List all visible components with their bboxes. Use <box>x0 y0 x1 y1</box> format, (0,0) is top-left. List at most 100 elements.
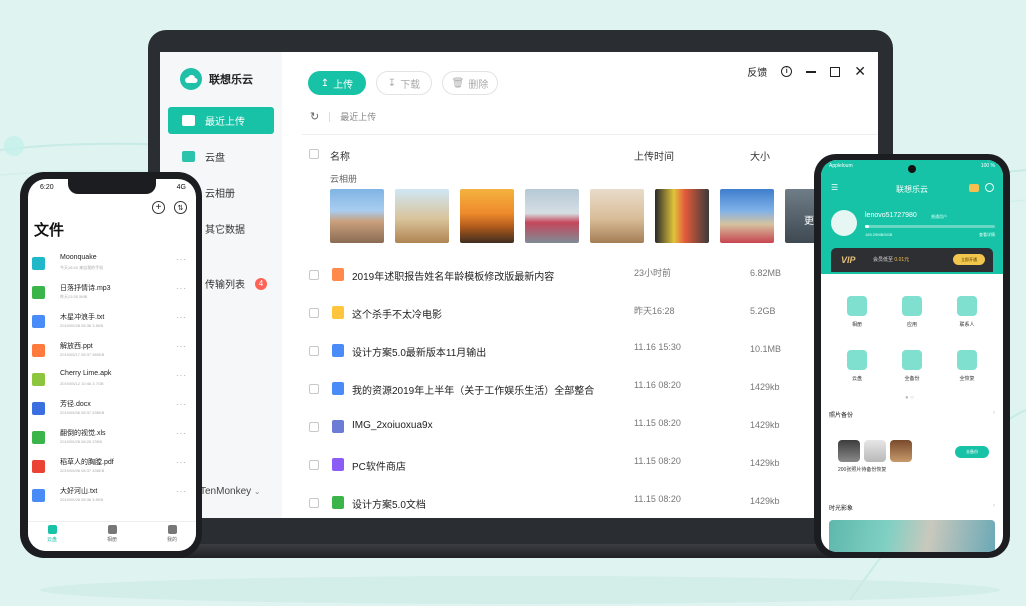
list-item[interactable]: 木星冲浪手.txt 2019/05/28 08:36 3.8KB ··· <box>28 308 196 337</box>
album-thumbnail[interactable] <box>395 189 449 243</box>
close-icon[interactable]: ✕ <box>854 63 866 80</box>
vip-open-button[interactable]: 立即开通 <box>953 254 985 265</box>
minimize-icon[interactable] <box>806 70 817 73</box>
more-icon[interactable]: ··· <box>176 371 187 380</box>
list-item[interactable]: 翻倒的视觉.xls 2019/05/28 08:26 23KB ··· <box>28 424 196 453</box>
chevron-right-icon[interactable]: › <box>993 503 995 509</box>
more-icon[interactable]: ··· <box>176 458 187 467</box>
list-item[interactable]: Moonquake 今天18:40 来自我的手机 ··· <box>28 250 196 279</box>
more-icon[interactable]: ··· <box>176 400 187 409</box>
file-name: 翻倒的视觉.xls <box>60 430 106 437</box>
row-checkbox[interactable] <box>309 498 319 508</box>
table-row[interactable]: PC软件商店 11.15 08:20 1429kb <box>282 451 878 489</box>
table-row[interactable]: 设计方案5.0文档 11.15 08:20 1429kb <box>282 489 878 518</box>
row-checkbox[interactable] <box>309 308 319 318</box>
select-all-checkbox[interactable] <box>309 149 319 159</box>
photo-backup-title: 照片备份 <box>829 413 854 419</box>
more-icon[interactable]: ··· <box>176 255 187 264</box>
avatar[interactable] <box>831 210 857 236</box>
download-icon: ↧ <box>387 77 397 89</box>
grid-item-cloud-drive[interactable]: 云盘 <box>837 350 877 382</box>
table-row[interactable]: 2019年述职报告姓名年龄模板修改版最新内容 23小时前 6.82MB <box>282 261 878 299</box>
grid-item-apps[interactable]: 应用 <box>892 296 932 328</box>
vip-text: 会员低至 0.01元 <box>873 256 909 263</box>
column-header-size[interactable]: 大小 <box>750 148 770 163</box>
list-item[interactable]: 解放西.ppt 2019/05/17 08:37 980KB ··· <box>28 337 196 366</box>
file-meta: 2019/05/06 08:37 456KB <box>60 468 105 473</box>
sort-icon[interactable]: ⇅ <box>174 201 187 214</box>
column-header-time[interactable]: 上传时间 <box>634 148 674 163</box>
account-menu[interactable]: TenMonkey ⌄ <box>200 486 261 497</box>
grid-item-full-backup[interactable]: 全备份 <box>892 350 932 382</box>
vip-price: 0.01元 <box>894 257 910 263</box>
more-icon[interactable]: ··· <box>176 313 187 322</box>
album-thumbnail[interactable] <box>720 189 774 243</box>
settings-icon[interactable] <box>985 183 994 192</box>
row-checkbox[interactable] <box>309 460 319 470</box>
info-icon[interactable]: i <box>781 66 793 77</box>
window-controls: 反馈 i ✕ <box>747 63 866 80</box>
add-icon[interactable]: + <box>152 201 165 214</box>
grid-label: 联系人 <box>959 322 975 328</box>
divider <box>302 134 878 135</box>
more-icon[interactable]: ··· <box>176 429 187 438</box>
table-row[interactable]: 我的资源2019年上半年（关于工作娱乐生活）全部整合 11.16 08:20 142… <box>282 375 878 413</box>
moment-image[interactable] <box>829 520 995 552</box>
album-thumbnail[interactable] <box>655 189 709 243</box>
album-thumbnail[interactable] <box>460 189 514 243</box>
album-thumbnail[interactable] <box>525 189 579 243</box>
file-upload-time: 11.15 08:20 <box>634 494 681 504</box>
row-checkbox[interactable] <box>309 384 319 394</box>
more-icon[interactable]: ··· <box>176 487 187 496</box>
file-name: 芳径.docx <box>60 401 91 408</box>
more-icon[interactable]: ··· <box>176 284 187 293</box>
sidebar-item-cloud-drive[interactable]: 云盘 <box>168 143 274 170</box>
sheet-file-icon <box>332 496 344 509</box>
album-more-label[interactable]: 更 <box>804 212 814 227</box>
row-checkbox[interactable] <box>309 422 319 432</box>
vip-logo: VIP <box>841 255 856 265</box>
backup-button[interactable]: 去备份 <box>955 446 989 458</box>
list-item[interactable]: 日落抒情诗.mp3 昨天23:35 5MB ··· <box>28 279 196 308</box>
feedback-button[interactable]: 反馈 <box>747 64 767 79</box>
sidebar-item-recent-upload[interactable]: 最近上传 <box>168 107 274 134</box>
file-name: PC软件商店 <box>352 462 406 473</box>
maximize-icon[interactable] <box>830 66 841 77</box>
status-carrier: Appleloum <box>829 163 853 169</box>
table-row[interactable]: 设计方案5.0最新版本11月输出 11.16 15:30 10.1MB <box>282 337 878 375</box>
app-file-icon <box>332 458 344 471</box>
view-detail-link[interactable]: 查看详情 <box>979 232 995 238</box>
tab-profile[interactable]: 我的 <box>152 525 192 543</box>
table-row[interactable]: 这个杀手不太冷电影 昨天16:28 5.2GB <box>282 299 878 337</box>
album-thumbnail[interactable] <box>590 189 644 243</box>
backup-thumbnail <box>890 440 912 462</box>
vip-banner[interactable]: VIP 会员低至 0.01元 立即开通 <box>831 248 993 272</box>
folder-file-icon <box>332 306 344 319</box>
list-item[interactable]: 稻草人的胸膛.pdf 2019/05/06 08:37 456KB ··· <box>28 453 196 482</box>
refresh-icon[interactable]: ↻ <box>310 110 319 123</box>
album-thumbnail[interactable] <box>330 189 384 243</box>
download-button[interactable]: ↧ 下载 <box>376 71 432 95</box>
row-checkbox[interactable] <box>309 270 319 280</box>
table-row[interactable]: IMG_2xoiuoxua9x 11.15 08:20 1429kb <box>282 413 878 451</box>
grid-item-album[interactable]: 相册 <box>837 296 877 328</box>
row-checkbox[interactable] <box>309 346 319 356</box>
grid-item-contacts[interactable]: 联系人 <box>947 296 987 328</box>
grid-label: 相册 <box>851 322 862 328</box>
chevron-right-icon[interactable]: › <box>993 410 995 416</box>
backup-pending-text: 200张照片待备份恢复 <box>838 467 887 473</box>
list-item[interactable]: 大好河山.txt 2019/05/28 08:36 3.8KB ··· <box>28 482 196 511</box>
more-icon[interactable]: ··· <box>176 342 187 351</box>
tab-album[interactable]: 相册 <box>92 525 132 543</box>
upload-button[interactable]: ↥ 上传 <box>308 71 366 95</box>
transfer-count-badge: 4 <box>255 277 267 290</box>
desktop-app-window: 联想乐云 最近上传 云盘 云相册 其它数据 传输列表 4 TenMonkey ⌄ <box>160 52 878 518</box>
profile-header: Appleloum 100 % ☰ 联想乐云 lenovo51727980 普通… <box>821 160 1003 274</box>
list-item[interactable]: Cherry Lime.apk 2019/05/12 10:46 3.7GB ··· <box>28 366 196 395</box>
list-item[interactable]: 芳径.docx 2019/05/06 08:37 536KB ··· <box>28 395 196 424</box>
column-header-name[interactable]: 名称 <box>330 148 350 163</box>
vip-crown-icon[interactable] <box>969 184 979 192</box>
delete-button[interactable]: 🗑 删除 <box>442 71 498 95</box>
tab-cloud-drive[interactable]: 云盘 <box>32 525 72 543</box>
grid-item-full-restore[interactable]: 全恢复 <box>947 350 987 382</box>
